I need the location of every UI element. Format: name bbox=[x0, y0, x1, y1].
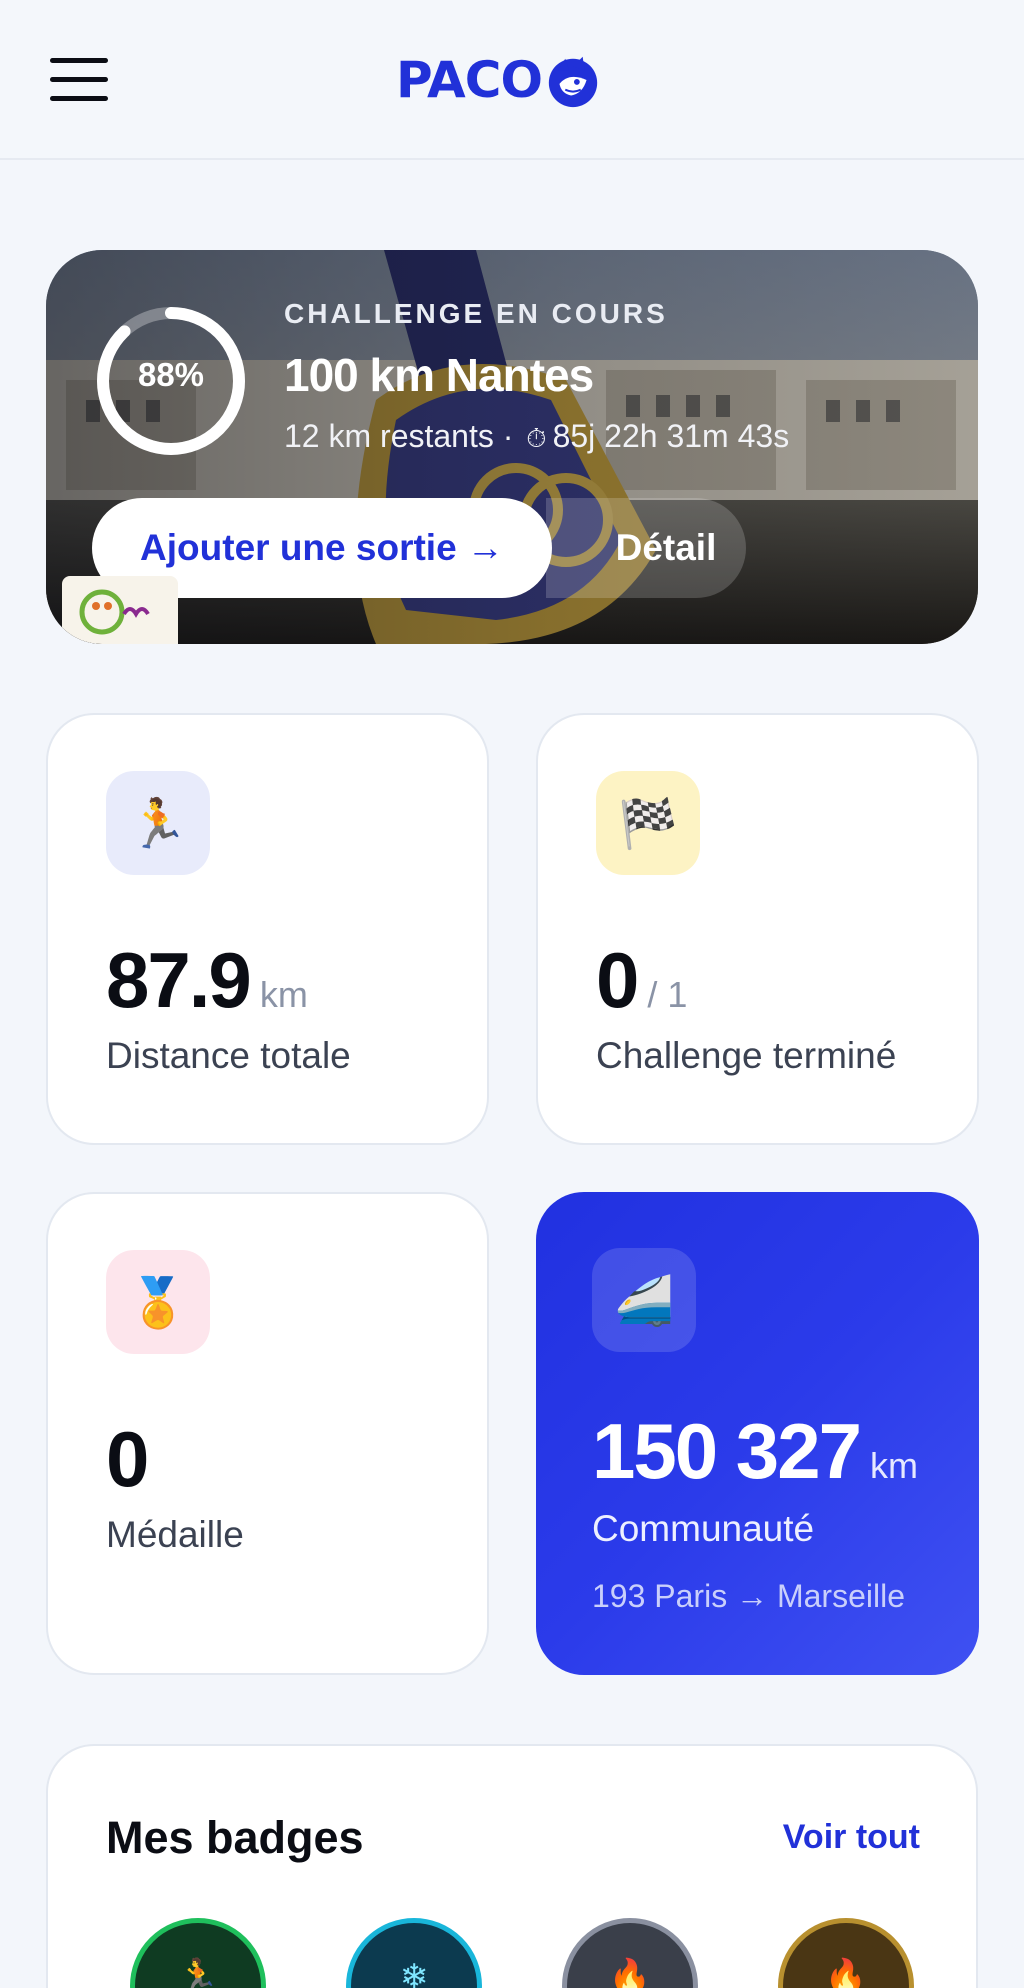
total-distance-label: Distance totale bbox=[106, 1035, 351, 1076]
challenge-subtitle: 12 km restants · ⏱ 85j 22h 31m 43s bbox=[284, 418, 789, 455]
remaining-distance: 12 km restants bbox=[284, 418, 494, 454]
badges-title: Mes badges bbox=[106, 1812, 364, 1863]
community-label: Communauté bbox=[592, 1508, 815, 1549]
badges-section: Mes badges Voir tout 🏃 ❄ 🔥 🔥 bbox=[46, 1744, 978, 1988]
flame-badge-icon[interactable]: 🔥 bbox=[778, 1918, 914, 1988]
medal-icon: 🏅 bbox=[106, 1250, 210, 1354]
add-activity-label: Ajouter une sortie → bbox=[140, 527, 504, 568]
snowflake-badge-icon[interactable]: ❄ bbox=[346, 1918, 482, 1988]
app-header: PACO bbox=[0, 0, 1024, 160]
current-challenge-card[interactable]: 88% CHALLENGE EN COURS 100 km Nantes 12 … bbox=[46, 250, 978, 644]
challenge-status-label: CHALLENGE EN COURS bbox=[284, 298, 668, 329]
detail-button[interactable]: Détail bbox=[546, 498, 746, 598]
logo-text: PACO bbox=[396, 51, 543, 109]
checkered-flag-icon: 🏁 bbox=[596, 771, 700, 875]
progress-percent: 88% bbox=[137, 356, 205, 393]
total-distance-value: 87.9 km bbox=[106, 936, 308, 1024]
challenges-completed-value: 0/ 1 bbox=[596, 936, 688, 1024]
distance-unit: km bbox=[259, 974, 308, 1015]
stopwatch-icon: ⏱ bbox=[526, 423, 547, 453]
challenges-completed-label: Challenge terminé bbox=[596, 1035, 897, 1076]
medals-card: 🏅 0 Médaille bbox=[46, 1192, 489, 1675]
dog-head-logo-icon bbox=[548, 56, 598, 108]
total-distance-card: 🏃 87.9 km Distance totale bbox=[46, 713, 489, 1145]
detail-button-label: Détail bbox=[615, 527, 717, 568]
medals-label: Médaille bbox=[106, 1514, 244, 1555]
community-distance-unit: km bbox=[869, 1445, 918, 1486]
challenges-total: / 1 bbox=[647, 974, 688, 1015]
countdown: 85j 22h 31m 43s bbox=[552, 418, 790, 454]
community-equivalent: 193 Paris → Marseille bbox=[592, 1578, 905, 1614]
challenges-completed-card: 🏁 0/ 1 Challenge terminé bbox=[536, 713, 979, 1145]
medals-value: 0 bbox=[106, 1415, 149, 1503]
community-distance-value: 150 327 km bbox=[592, 1407, 918, 1495]
challenge-title: 100 km Nantes bbox=[284, 349, 594, 401]
hamburger-menu-icon[interactable] bbox=[50, 58, 108, 102]
see-all-badges-link[interactable]: Voir tout bbox=[783, 1818, 920, 1857]
sponsor-logo bbox=[62, 576, 178, 644]
high-speed-train-icon: 🚄 bbox=[592, 1248, 696, 1352]
flame-badge-icon[interactable]: 🔥 bbox=[562, 1918, 698, 1988]
separator: · bbox=[502, 418, 514, 454]
app-logo[interactable]: PACO bbox=[396, 50, 602, 110]
runner-badge-icon[interactable]: 🏃 bbox=[130, 1918, 266, 1988]
runner-icon: 🏃 bbox=[106, 771, 210, 875]
community-distance-card: 🚄 150 327 km Communauté 193 Paris → Marse… bbox=[536, 1192, 979, 1675]
